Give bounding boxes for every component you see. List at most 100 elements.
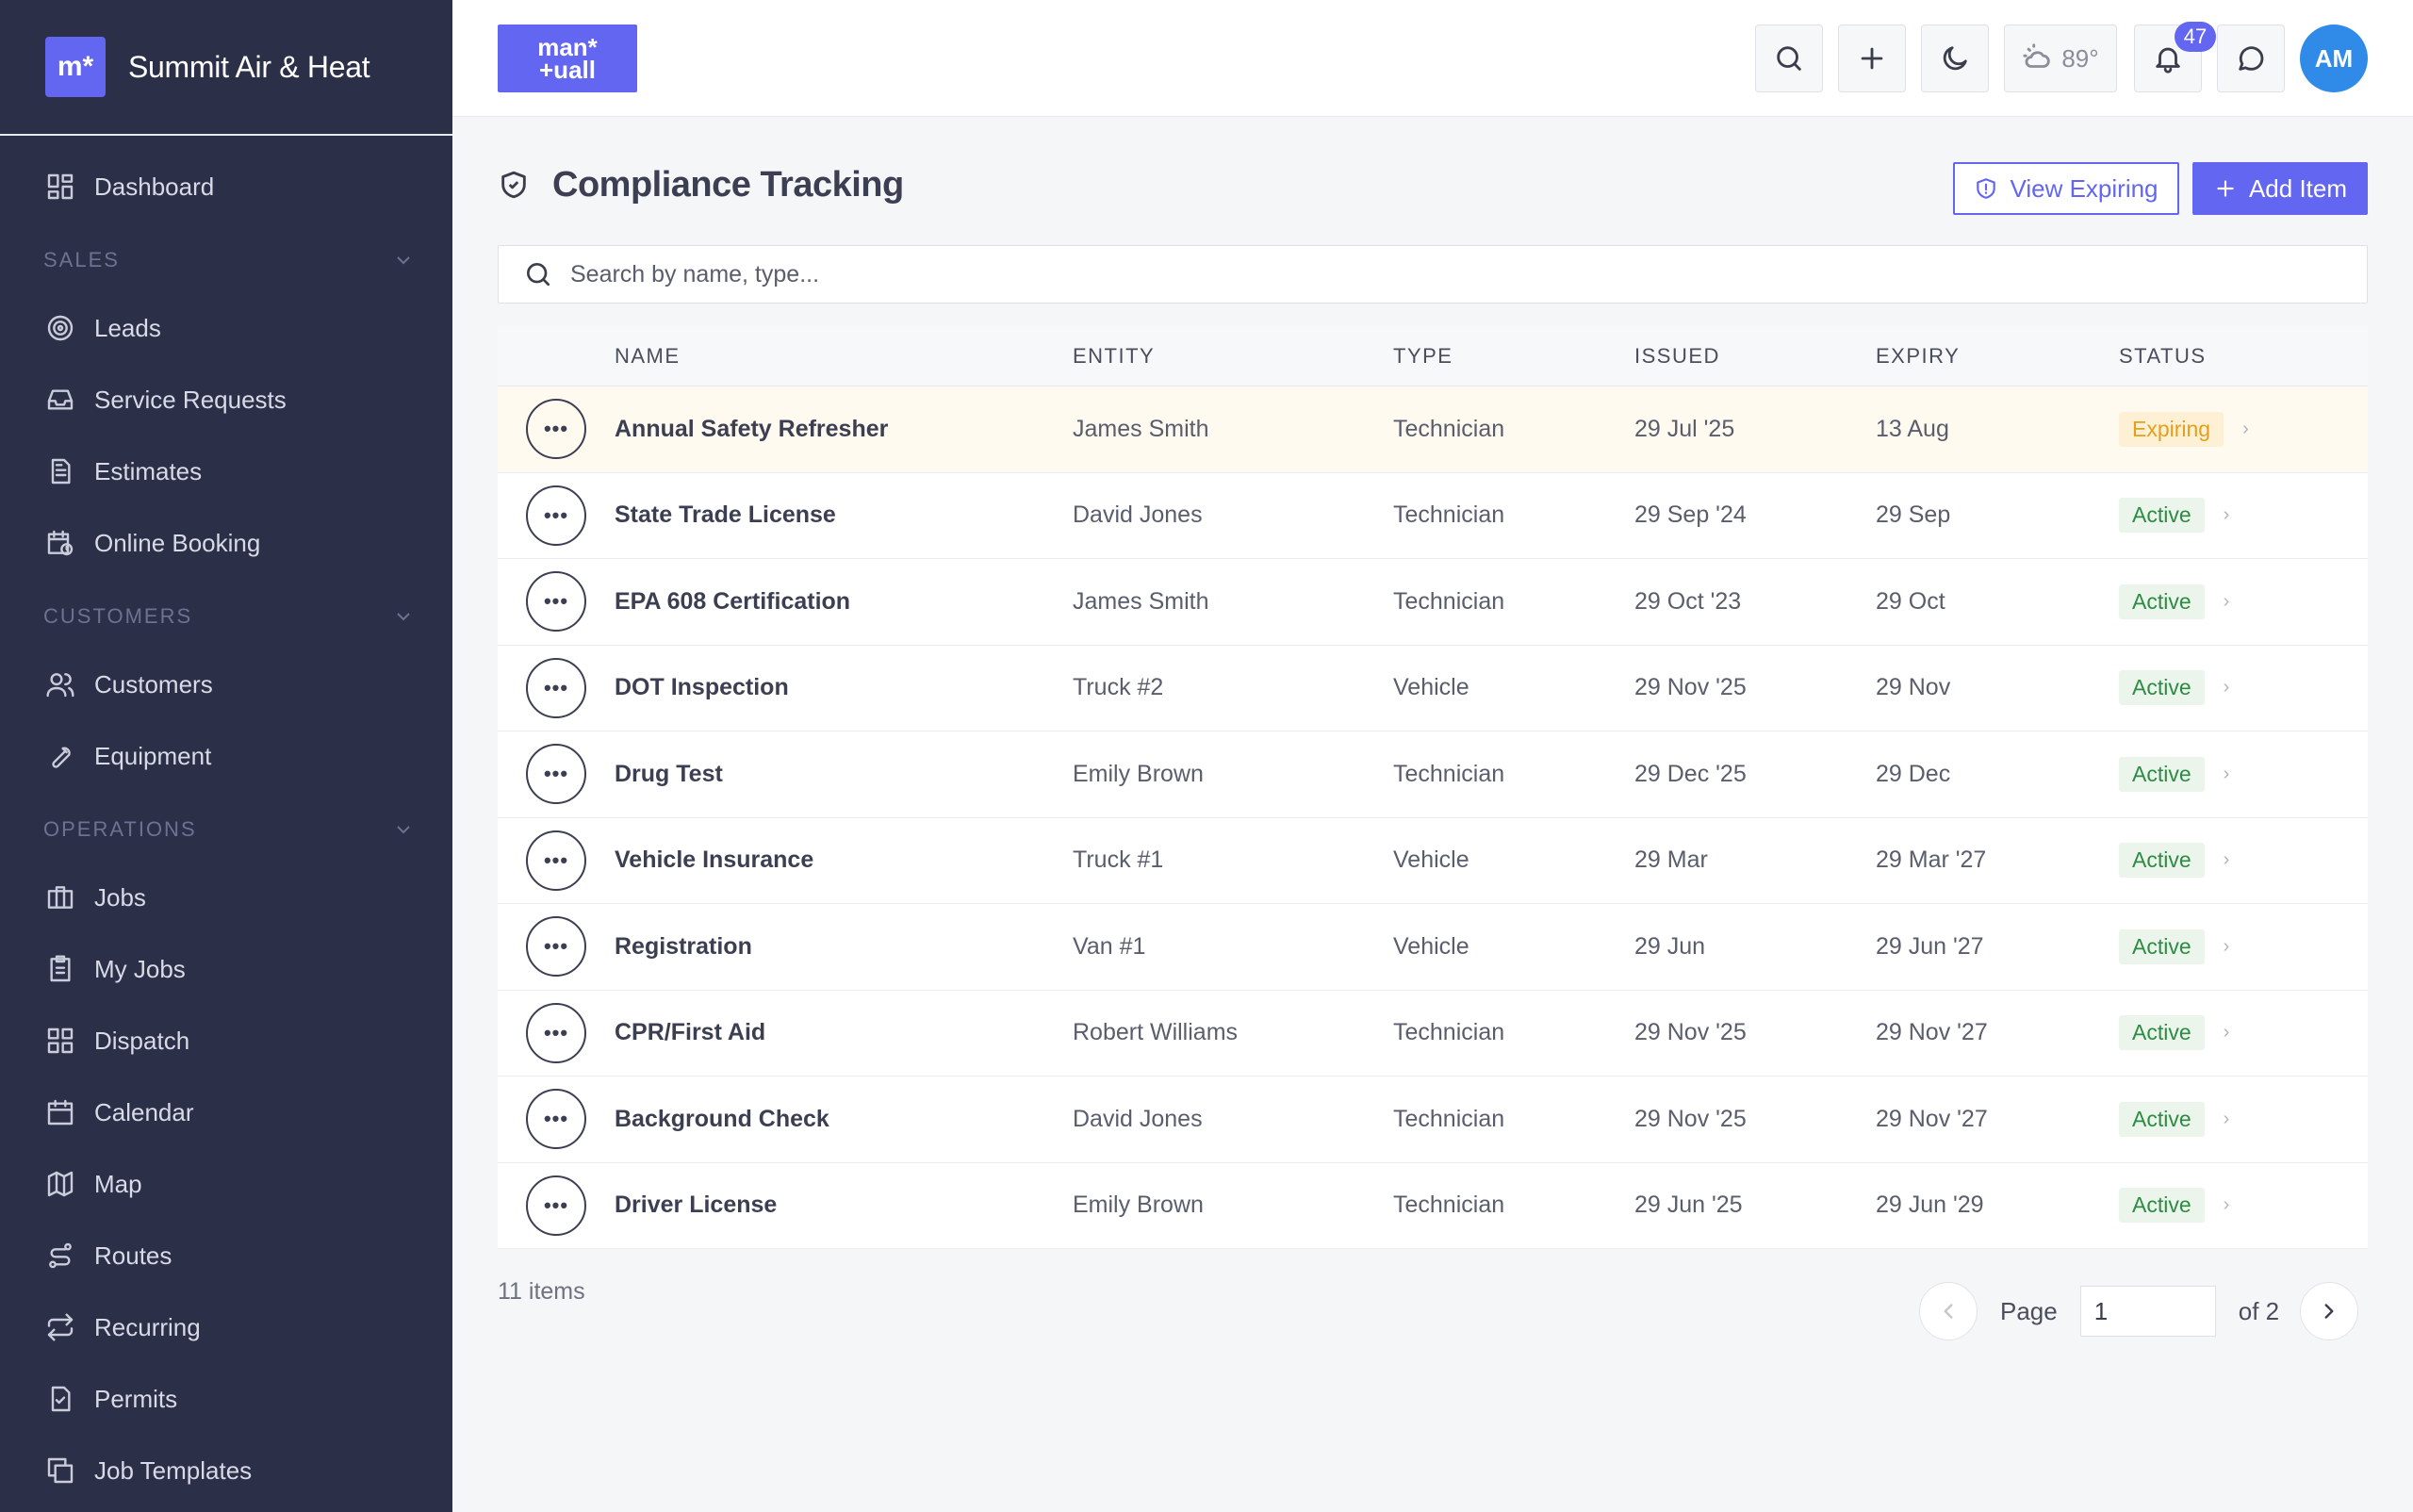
row-actions-cell: ••• xyxy=(498,1089,615,1150)
more-actions-button[interactable]: ••• xyxy=(526,571,586,633)
table-row[interactable]: ••• Annual Safety Refresher James Smith Tec… xyxy=(498,386,2368,473)
page-title: Compliance Tracking xyxy=(552,164,904,205)
calendar-icon xyxy=(47,1099,74,1126)
more-actions-button[interactable]: ••• xyxy=(526,1089,586,1150)
sidebar-item-equipment[interactable]: Equipment xyxy=(0,720,452,792)
table-row[interactable]: ••• DOT Inspection Truck #2 Vehicle 29 Nov '… xyxy=(498,646,2368,731)
table-row[interactable]: ••• Driver License Emily Brown Technician 29… xyxy=(498,1163,2368,1249)
section-operations[interactable]: OPERATIONS xyxy=(0,797,452,862)
table-row[interactable]: ••• Background Check David Jones Technician… xyxy=(498,1076,2368,1163)
search-button[interactable] xyxy=(1755,25,1823,92)
sidebar-item-map[interactable]: Map xyxy=(0,1148,452,1220)
dashboard-icon xyxy=(47,173,74,200)
table-row[interactable]: ••• State Trade License David Jones Technic… xyxy=(498,473,2368,559)
ellipsis-icon: ••• xyxy=(543,847,569,872)
search-input[interactable] xyxy=(570,260,2267,288)
section-customers[interactable]: CUSTOMERS xyxy=(0,584,452,649)
column-header-expiry[interactable]: EXPIRY xyxy=(1876,344,2119,369)
sidebar-item-label: Estimates xyxy=(94,456,203,485)
row-actions-cell: ••• xyxy=(498,657,615,718)
cell-expiry: 29 Oct xyxy=(1876,587,1945,615)
sidebar-item-customers[interactable]: Customers xyxy=(0,649,452,720)
section-title: SALES xyxy=(43,248,120,271)
sidebar-item-job-templates[interactable]: Job Templates xyxy=(0,1435,452,1506)
cell-entity: Emily Brown xyxy=(1073,760,1204,787)
shield-alert-icon xyxy=(1977,178,1996,199)
chat-icon xyxy=(2239,46,2264,71)
cell-status: Active › xyxy=(2119,843,2368,879)
chevron-right-icon: › xyxy=(2223,677,2230,698)
sidebar-item-label: Equipment xyxy=(94,741,212,770)
column-header-status[interactable]: STATUS xyxy=(2119,344,2368,369)
cell-status: Active › xyxy=(2119,583,2368,619)
cell-issued: 29 Nov '25 xyxy=(1634,674,1747,701)
sidebar-item-dispatch[interactable]: Dispatch xyxy=(0,1005,452,1076)
notifications-button[interactable]: 47 xyxy=(2134,22,2216,92)
sidebar-item-label: Jobs xyxy=(94,882,146,912)
table-row[interactable]: ••• EPA 608 Certification James Smith Techn… xyxy=(498,559,2368,646)
messages-button[interactable] xyxy=(2217,25,2285,92)
more-actions-button[interactable]: ••• xyxy=(526,1002,586,1063)
weather-button[interactable]: 89° xyxy=(2004,25,2117,92)
plus-icon xyxy=(1861,47,1883,70)
cell-issued: 29 Nov '25 xyxy=(1634,1019,1747,1046)
sidebar-item-label: Dashboard xyxy=(94,172,215,201)
column-header-type[interactable]: TYPE xyxy=(1393,344,1634,369)
sidebar-item-recurring[interactable]: Recurring xyxy=(0,1291,452,1363)
more-actions-button[interactable]: ••• xyxy=(526,657,586,718)
cell-expiry: 29 Dec xyxy=(1876,760,1951,787)
page-number-input[interactable] xyxy=(2079,1286,2216,1337)
ellipsis-icon: ••• xyxy=(543,675,569,699)
table-row[interactable]: ••• Registration Van #1 Vehicle 29 Jun 29 Jun… xyxy=(498,904,2368,991)
sidebar-item-permits[interactable]: Permits xyxy=(0,1363,452,1435)
app-logo[interactable]: man* +uall xyxy=(498,25,637,92)
section-sales[interactable]: SALES xyxy=(0,228,452,292)
table-row[interactable]: ••• Vehicle Insurance Truck #1 Vehicle 29 Ma… xyxy=(498,818,2368,904)
app-logo-text: man* +uall xyxy=(537,35,598,82)
moon-icon xyxy=(1943,46,1967,71)
cell-expiry: 13 Aug xyxy=(1876,415,1949,442)
plus-icon xyxy=(2217,180,2234,197)
previous-page-button[interactable] xyxy=(1919,1282,1978,1340)
more-actions-button[interactable]: ••• xyxy=(526,916,586,978)
more-actions-button[interactable]: ••• xyxy=(526,1175,586,1236)
table-row[interactable]: ••• CPR/First Aid Robert Williams Technicia… xyxy=(498,991,2368,1076)
view-expiring-button[interactable]: View Expiring xyxy=(1953,162,2179,215)
sidebar-item-dashboard[interactable]: Dashboard xyxy=(0,151,452,222)
cell-status: Active › xyxy=(2119,1101,2368,1137)
cell-entity: Van #1 xyxy=(1073,932,1146,960)
sidebar-item-service-requests[interactable]: Service Requests xyxy=(0,364,452,436)
more-actions-button[interactable]: ••• xyxy=(526,399,586,460)
sidebar-item-online-booking[interactable]: Online Booking xyxy=(0,507,452,579)
cell-status: Active › xyxy=(2119,1015,2368,1051)
add-item-button[interactable]: Add Item xyxy=(2192,162,2368,215)
row-actions-cell: ••• xyxy=(498,830,615,891)
chevron-down-icon xyxy=(397,256,410,265)
brand[interactable]: m* Summit Air & Heat xyxy=(0,0,452,136)
table-header: NAME ENTITY TYPE ISSUED EXPIRY STATUS xyxy=(498,326,2368,386)
sidebar-item-leads[interactable]: Leads xyxy=(0,292,452,364)
sidebar-item-calendar[interactable]: Calendar xyxy=(0,1076,452,1148)
ellipsis-icon: ••• xyxy=(543,1192,569,1217)
ellipsis-icon: ••• xyxy=(543,934,569,959)
compliance-table: NAME ENTITY TYPE ISSUED EXPIRY STATUS ••… xyxy=(498,326,2368,1249)
more-actions-button[interactable]: ••• xyxy=(526,744,586,805)
avatar[interactable]: AM xyxy=(2300,25,2368,92)
more-actions-button[interactable]: ••• xyxy=(526,485,586,546)
column-header-issued[interactable]: ISSUED xyxy=(1634,344,1876,369)
add-button[interactable] xyxy=(1838,25,1906,92)
sidebar-item-my-jobs[interactable]: My Jobs xyxy=(0,933,452,1005)
sidebar-item-label: Service Requests xyxy=(94,385,287,414)
more-actions-button[interactable]: ••• xyxy=(526,830,586,891)
sidebar-item-estimates[interactable]: Estimates xyxy=(0,436,452,507)
column-header-entity[interactable]: ENTITY xyxy=(1073,344,1393,369)
cell-issued: 29 Dec '25 xyxy=(1634,760,1747,787)
sidebar-item-routes[interactable]: Routes xyxy=(0,1220,452,1291)
cell-name: Driver License xyxy=(615,1192,778,1219)
column-header-name[interactable]: NAME xyxy=(615,344,1073,369)
table-row[interactable]: ••• Drug Test Emily Brown Technician 29 Dec … xyxy=(498,731,2368,818)
dark-mode-toggle[interactable] xyxy=(1921,25,1989,92)
next-page-button[interactable] xyxy=(2300,1282,2359,1340)
cell-issued: 29 Sep '24 xyxy=(1634,501,1747,529)
sidebar-item-jobs[interactable]: Jobs xyxy=(0,862,452,933)
